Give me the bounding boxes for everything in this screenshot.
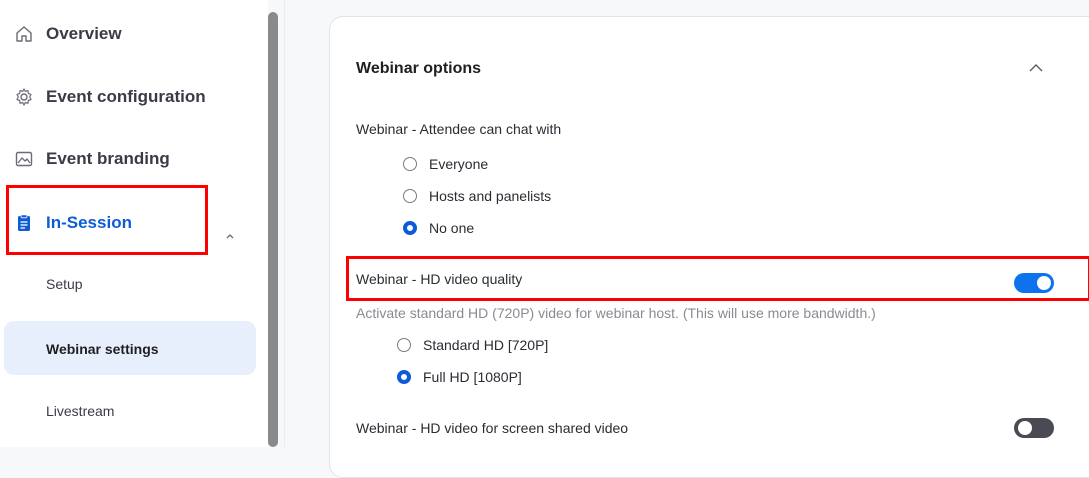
chevron-up-icon[interactable]: [224, 230, 236, 242]
sidebar-item-in-session[interactable]: In-Session: [14, 205, 132, 241]
radio-button-checked[interactable]: [403, 221, 417, 235]
radio-no-one[interactable]: No one: [403, 220, 474, 236]
sidebar-item-label: Overview: [46, 24, 122, 43]
toggle-knob: [1037, 276, 1051, 290]
sidebar-subitem-setup[interactable]: Setup: [46, 276, 83, 292]
sidebar-subitem-livestream[interactable]: Livestream: [46, 403, 114, 419]
divider: [284, 0, 285, 447]
radio-standard-hd[interactable]: Standard HD [720P]: [397, 337, 548, 353]
chevron-up-icon[interactable]: [1028, 62, 1044, 74]
radio-hosts-and-panelists[interactable]: Hosts and panelists: [403, 188, 551, 204]
sidebar: Overview Event configuration Event brand…: [0, 0, 268, 447]
webinar-options-card: [329, 16, 1089, 478]
radio-button[interactable]: [397, 338, 411, 352]
hd-screen-share-label: Webinar - HD video for screen shared vid…: [356, 420, 629, 436]
radio-button[interactable]: [403, 189, 417, 203]
radio-button-checked[interactable]: [397, 370, 411, 384]
radio-label: No one: [429, 220, 475, 236]
clipboard-icon: [14, 213, 34, 233]
gear-icon: [14, 87, 34, 107]
hd-video-description: Activate standard HD (720P) video for we…: [356, 305, 876, 321]
toggle-knob: [1018, 421, 1032, 435]
sidebar-item-overview[interactable]: Overview: [14, 16, 122, 52]
radio-label: Hosts and panelists: [429, 188, 552, 204]
home-icon: [14, 24, 34, 44]
sidebar-item-label: Event branding: [46, 149, 170, 168]
image-icon: [14, 149, 34, 169]
radio-label: Full HD [1080P]: [423, 369, 522, 385]
sidebar-subitem-webinar-settings[interactable]: Webinar settings: [46, 341, 159, 357]
chat-setting-label: Webinar - Attendee can chat with: [356, 121, 562, 137]
hd-screen-share-toggle[interactable]: [1014, 418, 1054, 438]
card-title: Webinar options: [356, 60, 482, 77]
sidebar-item-label: In-Session: [46, 213, 132, 232]
hd-video-label: Webinar - HD video quality: [356, 271, 523, 287]
radio-label: Everyone: [429, 156, 489, 172]
sidebar-scrollbar[interactable]: [268, 12, 278, 447]
sidebar-item-event-configuration[interactable]: Event configuration: [14, 79, 206, 115]
hd-video-toggle[interactable]: [1014, 273, 1054, 293]
radio-button[interactable]: [403, 157, 417, 171]
radio-full-hd[interactable]: Full HD [1080P]: [397, 369, 522, 385]
radio-everyone[interactable]: Everyone: [403, 156, 488, 172]
radio-label: Standard HD [720P]: [423, 337, 549, 353]
sidebar-item-label: Event configuration: [46, 87, 206, 106]
sidebar-item-event-branding[interactable]: Event branding: [14, 141, 170, 177]
